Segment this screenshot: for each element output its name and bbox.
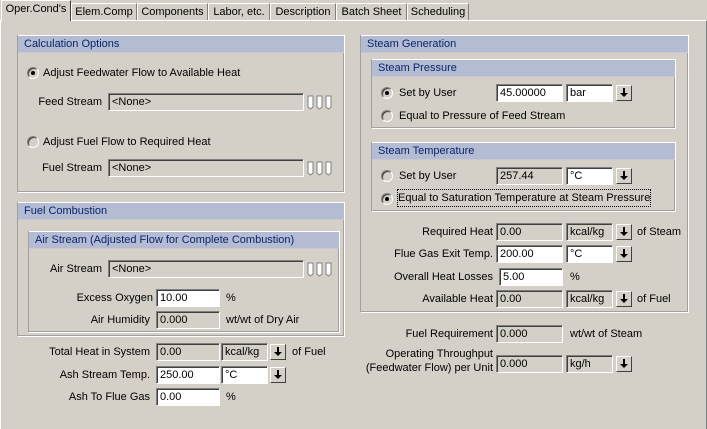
pressure-equal-feed-radio[interactable] xyxy=(381,110,393,122)
stream-select-icon[interactable] xyxy=(307,93,335,111)
tab-scheduling[interactable]: Scheduling xyxy=(407,3,469,21)
total-heat-suffix: of Fuel xyxy=(292,346,326,358)
throughput-field: 0.000 xyxy=(496,355,563,373)
group-title: Steam Generation xyxy=(361,35,688,53)
ash-flue-input[interactable]: 0.00 xyxy=(156,388,220,406)
heat-losses-label: Overall Heat Losses xyxy=(393,271,493,283)
flue-exit-label: Flue Gas Exit Temp. xyxy=(394,248,493,260)
required-heat-unit-select[interactable]: kcal/kg xyxy=(566,223,613,241)
fuel-requirement-field: 0.000 xyxy=(496,325,563,343)
adjust-feedwater-label: Adjust Feedwater Flow to Available Heat xyxy=(43,67,241,79)
dropdown-arrow-icon[interactable] xyxy=(270,344,286,360)
total-heat-unit-select[interactable]: kcal/kg xyxy=(221,343,268,361)
throughput-label-line1: Operating Throughput xyxy=(385,348,493,360)
total-heat-field: 0.00 xyxy=(156,343,220,361)
group-title: Calculation Options xyxy=(18,35,344,53)
throughput-unit-select[interactable]: kg/h xyxy=(566,355,613,373)
feed-stream-label: Feed Stream xyxy=(38,96,102,108)
required-heat-label: Required Heat xyxy=(422,226,493,238)
tab-labor[interactable]: Labor, etc. xyxy=(208,3,270,21)
available-heat-unit-select[interactable]: kcal/kg xyxy=(566,290,613,308)
tab-elem-comp[interactable]: Elem.Comp xyxy=(71,3,137,21)
group-title: Fuel Combustion xyxy=(18,202,344,220)
available-heat-suffix: of Fuel xyxy=(637,293,671,305)
available-heat-label: Available Heat xyxy=(422,293,493,305)
flue-exit-input[interactable]: 200.00 xyxy=(496,245,563,263)
required-heat-suffix: of Steam xyxy=(637,226,682,238)
group-title: Steam Pressure xyxy=(372,59,675,77)
dropdown-arrow-icon[interactable] xyxy=(270,367,286,383)
throughput-label-line2: (Feedwater Flow) per Unit xyxy=(365,362,493,374)
ash-flue-unit: % xyxy=(226,391,236,403)
heat-losses-unit: % xyxy=(570,271,580,283)
pressure-unit-select[interactable]: bar xyxy=(566,84,613,102)
ash-temp-label: Ash Stream Temp. xyxy=(59,369,150,381)
ash-temp-input[interactable]: 250.00 xyxy=(156,366,220,384)
air-humidity-label: Air Humidity xyxy=(90,314,150,326)
air-stream-field[interactable]: <None> xyxy=(108,260,304,278)
fuel-requirement-unit: wt/wt of Steam xyxy=(570,328,643,340)
pressure-set-by-user-label: Set by User xyxy=(399,87,457,99)
dropdown-arrow-icon[interactable] xyxy=(616,224,632,240)
adjust-fuel-radio[interactable] xyxy=(27,136,39,148)
group-title: Air Stream (Adjusted Flow for Complete C… xyxy=(29,231,339,249)
air-stream-label: Air Stream xyxy=(50,263,102,275)
temp-set-by-user-radio[interactable] xyxy=(381,170,393,182)
fuel-requirement-label: Fuel Requirement xyxy=(405,328,493,340)
ash-flue-label: Ash To Flue Gas xyxy=(68,391,150,403)
air-humidity-unit: wt/wt of Dry Air xyxy=(226,314,300,326)
dropdown-arrow-icon[interactable] xyxy=(616,85,632,101)
group-title: Steam Temperature xyxy=(372,142,675,160)
fuel-stream-label: Fuel Stream xyxy=(42,162,102,174)
total-heat-label: Total Heat in System xyxy=(49,346,150,358)
pressure-equal-feed-label: Equal to Pressure of Feed Stream xyxy=(399,110,566,122)
dropdown-arrow-icon[interactable] xyxy=(616,246,632,262)
pressure-set-by-user-radio[interactable] xyxy=(381,87,393,99)
tab-batch-sheet[interactable]: Batch Sheet xyxy=(336,3,407,21)
adjust-fuel-label: Adjust Fuel Flow to Required Heat xyxy=(43,136,211,148)
ash-temp-unit-select[interactable]: °C xyxy=(221,366,268,384)
fuel-stream-field[interactable]: <None> xyxy=(108,159,304,177)
temp-set-by-user-label: Set by User xyxy=(399,170,457,182)
available-heat-field: 0.00 xyxy=(496,290,563,308)
temp-equal-saturation-label: Equal to Saturation Temperature at Steam… xyxy=(396,189,652,207)
tab-description[interactable]: Description xyxy=(270,3,336,21)
air-humidity-field: 0.000 xyxy=(156,311,220,329)
stream-select-icon[interactable] xyxy=(307,260,335,278)
tab-oper-conds[interactable]: Oper.Cond's xyxy=(1,0,71,21)
dropdown-arrow-icon[interactable] xyxy=(616,356,632,372)
stream-select-icon[interactable] xyxy=(307,159,335,177)
flue-exit-unit-select[interactable]: °C xyxy=(566,245,613,263)
heat-losses-input[interactable]: 5.00 xyxy=(499,268,563,286)
tab-components[interactable]: Components xyxy=(137,3,208,21)
excess-oxygen-label: Excess Oxygen xyxy=(76,292,153,304)
tab-strip: Oper.Cond's Elem.Comp Components Labor, … xyxy=(0,0,707,21)
steam-temperature-field: 257.44 xyxy=(496,167,563,185)
dropdown-arrow-icon[interactable] xyxy=(616,291,632,307)
excess-oxygen-input[interactable]: 10.00 xyxy=(156,289,220,307)
temp-equal-saturation-radio[interactable] xyxy=(381,193,393,205)
excess-oxygen-unit: % xyxy=(226,292,236,304)
temperature-unit-select[interactable]: °C xyxy=(566,167,613,185)
required-heat-field: 0.00 xyxy=(496,223,563,241)
dropdown-arrow-icon[interactable] xyxy=(616,168,632,184)
feed-stream-field[interactable]: <None> xyxy=(108,93,304,111)
adjust-feedwater-radio[interactable] xyxy=(27,67,39,79)
steam-pressure-input[interactable]: 45.00000 xyxy=(496,84,563,102)
